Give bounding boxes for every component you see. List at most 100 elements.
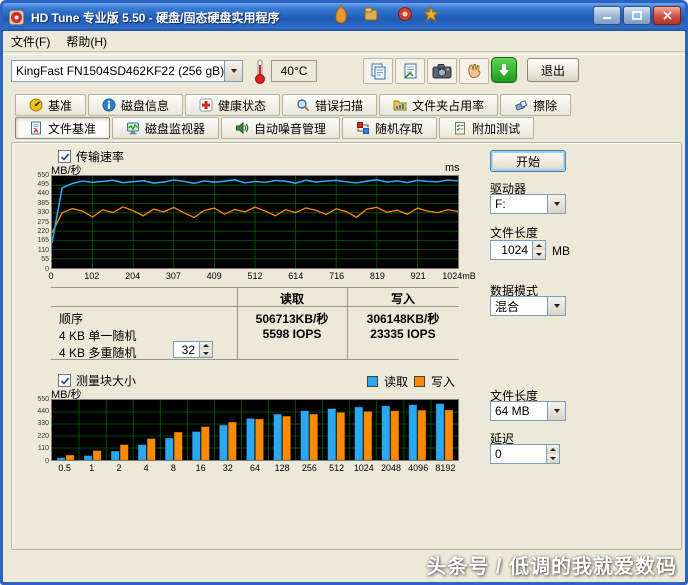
spinner-down-icon[interactable]	[533, 250, 545, 259]
close-button[interactable]	[653, 6, 681, 25]
x-tick-label: 64	[249, 463, 261, 473]
queue-depth-arrows[interactable]	[199, 341, 213, 358]
queue-depth-value[interactable]: 32	[173, 341, 199, 358]
row-sequential-write: 306148KB/秒	[366, 312, 440, 326]
x-tick-label: 921	[410, 271, 426, 281]
results-table: 读取 写入 顺序 506713KB/秒 306148KB/秒 4 KB 单一随机…	[51, 287, 459, 360]
app-window: HD Tune 专业版 5.50 - 硬盘/固态硬盘实用程序 文件(F) 帮助(…	[0, 0, 688, 585]
drive-select-value: KingFast FN1504SD462KF22 (256 gB)	[16, 64, 224, 78]
check-icon	[60, 152, 69, 161]
start-button[interactable]: 开始	[490, 150, 566, 172]
title-bar[interactable]: HD Tune 专业版 5.50 - 硬盘/固态硬盘实用程序	[3, 3, 685, 31]
chevron-down-icon[interactable]	[224, 61, 242, 81]
tab-erase-label: 擦除	[533, 98, 558, 113]
y-tick-label: 110	[37, 445, 49, 453]
tab-health-label: 健康状态	[218, 98, 267, 113]
target-drive-select[interactable]: F:	[490, 194, 566, 214]
transfer-graph-x-labels: 0 102 204 307 409 512 614 716 819 921 1024mB	[48, 271, 475, 281]
tab-health[interactable]: 健康状态	[185, 94, 281, 116]
error-scan-icon	[297, 99, 310, 112]
spinner-down-icon[interactable]	[200, 349, 212, 357]
spinner-up-icon[interactable]	[533, 241, 545, 250]
transfer-rate-label: 传输速率	[76, 150, 125, 164]
y-tick-label: 0	[45, 457, 49, 465]
x-tick-label: 1024	[353, 463, 374, 473]
check-icon	[60, 376, 69, 385]
donate-button[interactable]	[459, 58, 489, 84]
copy-pages-button[interactable]	[363, 58, 393, 84]
delay-value[interactable]: 0	[490, 444, 546, 464]
tab-folder-usage[interactable]: 文件夹占用率	[379, 94, 499, 116]
row-4k-single-label: 4 KB 单一随机	[59, 329, 137, 343]
file-length-value[interactable]: 1024	[490, 240, 532, 260]
menu-file[interactable]: 文件(F)	[3, 31, 58, 52]
delay-spinner[interactable]: 0	[490, 444, 560, 464]
hdtune-app-icon	[8, 9, 25, 25]
tab-benchmark[interactable]: 基准	[15, 94, 87, 116]
x-tick-label: 512	[247, 271, 263, 281]
random-access-icon	[357, 122, 370, 134]
minimize-button[interactable]	[593, 6, 621, 25]
x-tick-label: 1	[89, 463, 95, 473]
tab-random-access[interactable]: 随机存取	[342, 117, 438, 139]
tab-aam[interactable]: 自动噪音管理	[221, 117, 341, 139]
y-tick-label: 330	[37, 420, 49, 428]
y-tick-label: 110	[37, 246, 49, 254]
update-button[interactable]	[491, 57, 517, 83]
queue-depth-spinner[interactable]: 32	[173, 341, 213, 358]
y-tick-label: 385	[37, 199, 49, 207]
x-tick-label: 8192	[435, 463, 456, 473]
transfer-rate-graph	[51, 175, 459, 269]
tab-row-1: 基准 磁盘信息 健康状态 错误扫描 文件夹占用率 擦除	[15, 94, 572, 116]
data-mode-select[interactable]: 混合	[490, 296, 566, 316]
window-title: HD Tune 专业版 5.50 - 硬盘/固态硬盘实用程序	[31, 10, 280, 25]
exit-button[interactable]: 退出	[527, 58, 579, 82]
row-4k-multi-label: 4 KB 多重随机	[59, 346, 137, 360]
file-length-2-value: 64 MB	[495, 404, 530, 418]
block-graph-y-labels: 550 440 330 220 110 0	[23, 395, 49, 465]
tab-disk-info[interactable]: 磁盘信息	[88, 94, 184, 116]
tab-extra-tests[interactable]: 附加测试	[439, 117, 535, 139]
copy-report-icon	[404, 63, 417, 79]
x-tick-label: 1024mB	[442, 271, 476, 281]
delay-arrows[interactable]	[546, 444, 560, 464]
tab-benchmark-label: 基准	[48, 98, 73, 113]
y-tick-label: 550	[37, 171, 49, 179]
block-graph-legend: 读取 写入	[367, 373, 455, 390]
tab-error-scan[interactable]: 错误扫描	[282, 94, 378, 116]
maximize-button[interactable]	[623, 6, 651, 25]
tab-file-benchmark[interactable]: 文件基准	[15, 117, 111, 139]
y-tick-label: 275	[37, 218, 49, 226]
spinner-up-icon[interactable]	[200, 342, 212, 350]
hand-icon	[468, 64, 481, 79]
spinner-down-icon[interactable]	[547, 454, 559, 463]
file-length-2-select[interactable]: 64 MB	[490, 401, 566, 421]
read-legend-swatch	[367, 376, 378, 387]
menu-help[interactable]: 帮助(H)	[58, 31, 115, 52]
file-length-spinner[interactable]: 1024	[490, 240, 546, 260]
close-icon	[662, 11, 672, 20]
maximize-icon	[632, 11, 642, 20]
file-length-arrows[interactable]	[532, 240, 546, 260]
y-tick-label: 550	[37, 395, 49, 403]
drive-select[interactable]: KingFast FN1504SD462KF22 (256 gB)	[11, 60, 243, 82]
block-size-graph	[51, 399, 459, 461]
exit-button-label: 退出	[540, 63, 565, 78]
copy-report-button[interactable]	[395, 58, 425, 84]
screenshot-button[interactable]	[427, 58, 457, 84]
row-4k-single-read: 5598 IOPS	[262, 327, 322, 341]
write-legend-label: 写入	[431, 375, 456, 389]
chevron-down-icon[interactable]	[547, 297, 565, 315]
tab-erase[interactable]: 擦除	[500, 94, 572, 116]
tab-disk-monitor[interactable]: 磁盘监视器	[112, 117, 220, 139]
x-tick-label: 128	[274, 463, 290, 473]
spinner-up-icon[interactable]	[547, 445, 559, 454]
row-sequential-label: 顺序	[59, 312, 84, 326]
x-tick-label: 512	[329, 463, 345, 473]
chevron-down-icon[interactable]	[547, 195, 565, 213]
y-tick-label: 440	[37, 190, 49, 198]
chevron-down-icon[interactable]	[547, 402, 565, 420]
transfer-graph-y-labels: 550 495 440 385 330 275 220 165 110 55 0	[23, 171, 49, 273]
aam-icon	[236, 121, 249, 135]
overlay-icon-2	[364, 7, 378, 21]
